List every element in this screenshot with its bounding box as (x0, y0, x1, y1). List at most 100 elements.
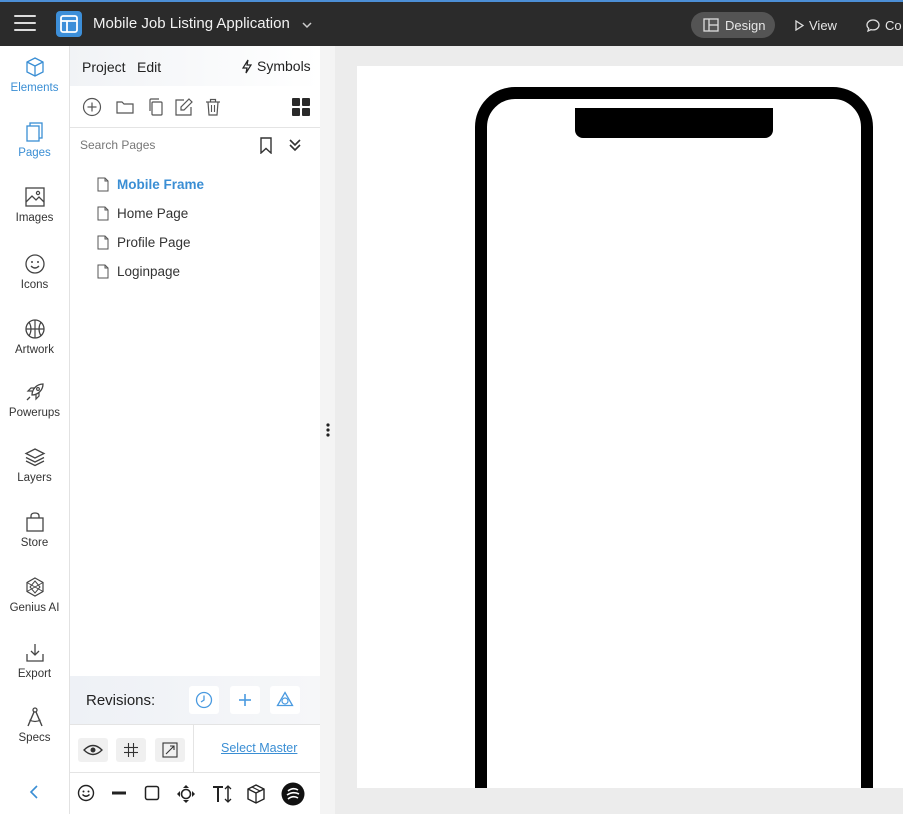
layers-icon (24, 448, 45, 467)
nav-item-icons[interactable]: Icons (0, 253, 69, 291)
top-bar: Mobile Job Listing Application Design Vi… (0, 0, 903, 46)
vertical-dots-icon (326, 423, 330, 437)
resize-icon (162, 742, 178, 758)
page-toolbar (70, 86, 320, 128)
duplicate-icon[interactable] (146, 97, 166, 117)
element-toolbar (70, 772, 320, 814)
page-item-home-page[interactable]: Home Page (70, 199, 320, 228)
rectangle-tool-icon[interactable] (143, 784, 161, 802)
compass-icon (26, 707, 43, 727)
add-page-icon[interactable] (82, 97, 102, 117)
shopping-bag-icon (25, 512, 44, 532)
eye-icon (83, 744, 103, 756)
page-item-mobile-frame[interactable]: Mobile Frame (70, 170, 320, 199)
nav-item-export[interactable]: Export (0, 642, 69, 680)
nav-item-images[interactable]: Images (0, 186, 69, 224)
bookmark-icon[interactable] (259, 137, 273, 154)
preview-button[interactable] (78, 738, 108, 762)
app-logo-icon[interactable] (56, 11, 82, 37)
nav-item-store[interactable]: Store (0, 511, 69, 549)
folder-icon[interactable] (115, 97, 135, 117)
edit-icon[interactable] (174, 97, 194, 117)
select-master-link[interactable]: Select Master (221, 741, 297, 755)
page-icon (97, 235, 109, 250)
nav-item-genius-ai[interactable]: Genius AI (0, 576, 69, 614)
move-tool-icon[interactable] (176, 784, 196, 804)
grid-view-icon[interactable] (291, 97, 311, 117)
grid-icon (124, 743, 138, 757)
nav-label: Store (20, 537, 49, 549)
nav-label: Icons (20, 279, 49, 291)
artboard-mobile-frame[interactable] (357, 66, 903, 788)
revisions-bar: Revisions: (70, 676, 320, 724)
page-item-loginpage[interactable]: Loginpage (70, 257, 320, 286)
page-name: Home Page (117, 206, 189, 221)
brand-logo-icon[interactable] (281, 782, 305, 806)
left-navigation: Elements Pages Images Icons Artwork Powe… (0, 46, 70, 814)
recycle-icon (276, 691, 294, 707)
tab-project[interactable]: Project (82, 59, 126, 75)
comment-mode-button[interactable]: Co (866, 12, 902, 38)
nav-item-specs[interactable]: Specs (0, 706, 69, 744)
phone-frame[interactable] (475, 87, 873, 788)
symbols-button[interactable]: Symbols (242, 58, 311, 74)
grid-toggle-button[interactable] (116, 738, 146, 762)
lightning-icon (242, 59, 252, 73)
emoji-icon[interactable] (77, 784, 95, 802)
page-search-row (70, 128, 320, 162)
tab-edit[interactable]: Edit (137, 59, 161, 75)
view-label: View (809, 17, 837, 33)
download-icon (25, 644, 44, 662)
text-tool-icon[interactable] (211, 784, 233, 804)
nav-label: Export (17, 668, 52, 680)
page-icon (97, 264, 109, 279)
line-tool-icon[interactable] (110, 784, 128, 802)
resize-button[interactable] (155, 738, 185, 762)
chevron-left-icon[interactable] (26, 784, 42, 800)
view-mode-button[interactable]: View (795, 12, 837, 38)
plus-icon (239, 694, 251, 706)
revision-history-button[interactable] (189, 686, 219, 714)
design-canvas[interactable] (335, 46, 903, 814)
panel-resize-handle[interactable] (320, 46, 335, 814)
nav-label: Powerups (8, 407, 61, 419)
nav-item-pages[interactable]: Pages (0, 121, 69, 159)
pages-panel: Project Edit Symbols Mobile Frame Home P… (70, 46, 320, 814)
nav-label: Genius AI (9, 602, 60, 614)
divider (193, 725, 194, 773)
project-title[interactable]: Mobile Job Listing Application (93, 15, 290, 32)
layout-icon (703, 18, 719, 32)
panel-tabs: Project Edit Symbols (70, 46, 320, 86)
recycle-revision-button[interactable] (270, 686, 300, 714)
phone-notch (575, 108, 773, 138)
nav-item-powerups[interactable]: Powerups (0, 381, 69, 419)
component-box-icon[interactable] (246, 784, 266, 804)
double-chevron-down-icon[interactable] (288, 138, 302, 152)
play-icon (795, 19, 804, 31)
trash-icon[interactable] (203, 97, 223, 117)
page-name: Profile Page (117, 235, 191, 250)
revisions-label: Revisions: (86, 692, 156, 709)
nav-item-layers[interactable]: Layers (0, 446, 69, 484)
design-mode-button[interactable]: Design (691, 12, 775, 38)
design-label: Design (725, 17, 766, 33)
comment-icon (866, 18, 880, 32)
add-revision-button[interactable] (230, 686, 260, 714)
master-row: Select Master (70, 724, 320, 773)
page-icon (97, 177, 109, 192)
page-icon (97, 206, 109, 221)
search-pages-input[interactable] (80, 136, 240, 154)
nav-label: Specs (18, 732, 51, 744)
image-icon (24, 187, 45, 207)
nav-item-artwork[interactable]: Artwork (0, 318, 69, 356)
rocket-icon (26, 383, 44, 401)
nav-label: Images (15, 212, 54, 224)
sparkle-icon (25, 577, 44, 597)
pages-icon (25, 122, 43, 142)
nav-label: Pages (18, 147, 51, 159)
page-item-profile-page[interactable]: Profile Page (70, 228, 320, 257)
pages-list: Mobile Frame Home Page Profile Page Logi… (70, 170, 320, 286)
nav-item-elements[interactable]: Elements (0, 56, 69, 94)
hamburger-menu-icon[interactable] (14, 15, 36, 33)
chevron-down-icon[interactable] (302, 22, 312, 29)
